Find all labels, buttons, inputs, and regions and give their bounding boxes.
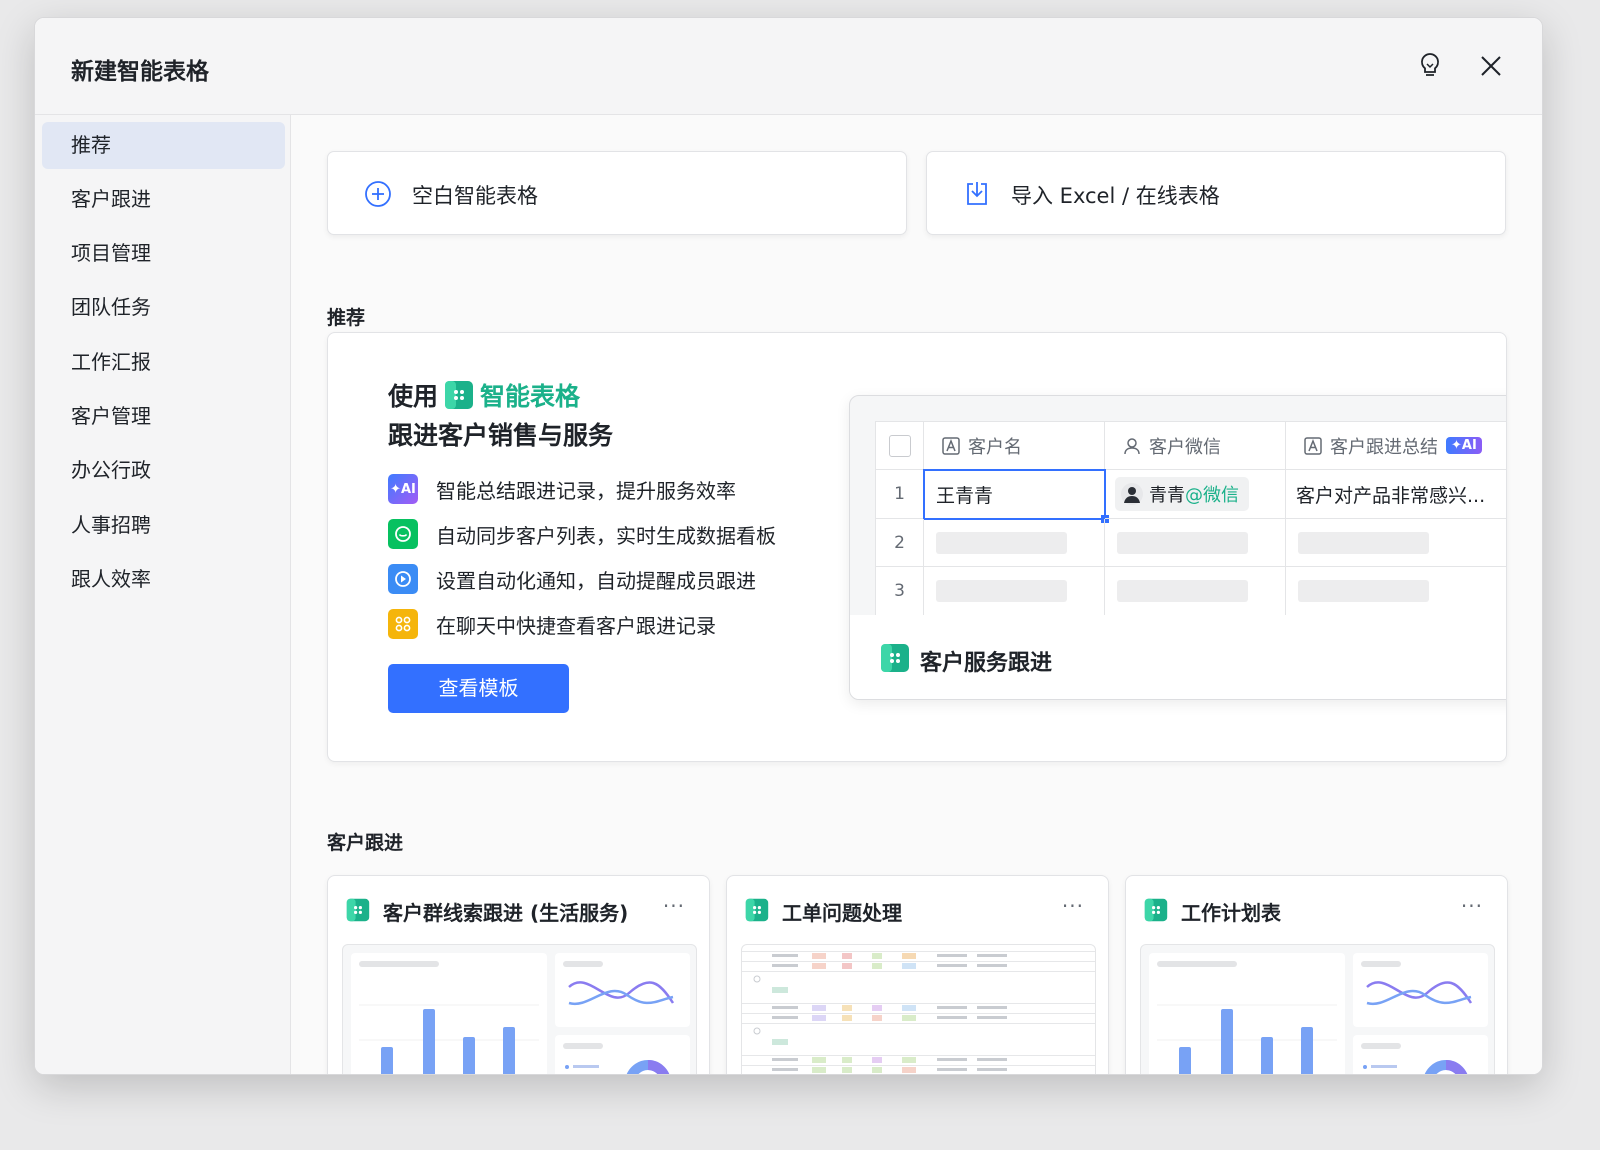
sidebar-item-customer-follow[interactable]: 客户跟进 [42, 176, 285, 223]
table-cell [924, 519, 1105, 567]
feature-text: 自动同步客户列表，实时生成数据看板 [436, 523, 776, 548]
new-smart-sheet-dialog: 新建智能表格 推荐 客户跟进 项目管理 团队任务 工作汇报 客户管理 办公行政 … [34, 17, 1543, 1075]
more-icon[interactable]: ··· [663, 894, 685, 918]
text-field-icon [942, 436, 960, 455]
feature-item: 在聊天中快捷查看客户跟进记录 [388, 609, 716, 639]
preview-footer: 客户服务跟进 [850, 615, 1506, 699]
feature-text: 在聊天中快捷查看客户跟进记录 [436, 613, 716, 638]
feature-text: 设置自动化通知，自动提醒成员跟进 [436, 568, 756, 593]
dialog-header: 新建智能表格 [35, 18, 1542, 115]
smart-sheet-logo-icon [445, 381, 474, 409]
lightbulb-icon[interactable] [1416, 51, 1444, 81]
wechat-suffix: @微信 [1185, 485, 1239, 506]
person-field-icon [1124, 437, 1140, 454]
import-icon [967, 182, 987, 205]
hero-headline: 使用 智能表格 [388, 377, 580, 413]
view-template-button[interactable]: 查看模板 [388, 664, 569, 713]
close-icon[interactable] [1477, 51, 1505, 81]
feature-text: 智能总结跟进记录，提升服务效率 [436, 478, 736, 503]
hero-headline-prefix: 使用 [388, 382, 439, 411]
sidebar-item-customer-management[interactable]: 客户管理 [42, 393, 285, 440]
smart-sheet-logo-icon [745, 898, 769, 922]
sidebar-item-team-tasks[interactable]: 团队任务 [42, 284, 285, 331]
column-header: 客户名 [924, 422, 1105, 470]
column-header-label: 客户名 [968, 436, 1022, 458]
customer-wechat-cell: 青青 @微信 [1105, 470, 1286, 519]
import-excel-button[interactable]: 导入 Excel / 在线表格 [926, 151, 1506, 235]
preview-table: 客户名 客户微信 客户跟进总结 ✦AI 1 王青青 青青 @微信 客户对产品非常… [875, 421, 1506, 616]
sidebar-item-work-report[interactable]: 工作汇报 [42, 339, 285, 386]
sidebar-item-office-admin[interactable]: 办公行政 [42, 447, 285, 494]
sheet-preview: 客户名 客户微信 客户跟进总结 ✦AI 1 王青青 青青 @微信 客户对产品非常… [849, 395, 1506, 700]
more-icon[interactable]: ··· [1062, 894, 1084, 918]
plus-circle-icon [365, 181, 391, 207]
sidebar-item-efficiency[interactable]: 跟人效率 [42, 556, 285, 603]
template-thumbnail [1140, 944, 1495, 1074]
table-cell [1105, 567, 1286, 616]
automation-icon [388, 564, 418, 594]
template-title: 工单问题处理 [782, 901, 902, 925]
column-header: 客户跟进总结 ✦AI [1286, 422, 1506, 470]
ai-badge: ✦AI [1446, 437, 1482, 454]
summary-value: 客户对产品非常感兴... [1296, 484, 1486, 507]
summary-cell: 客户对产品非常感兴... [1286, 470, 1506, 519]
recommend-section-title: 推荐 [327, 307, 366, 329]
template-card[interactable]: 工单问题处理 ··· [726, 875, 1109, 1074]
row-number: 2 [876, 519, 924, 567]
row-number: 1 [876, 470, 924, 519]
smart-sheet-logo-icon [346, 898, 370, 922]
template-card[interactable]: 工作计划表 ··· [1125, 875, 1508, 1074]
more-icon[interactable]: ··· [1461, 894, 1483, 918]
feature-item: 设置自动化通知，自动提醒成员跟进 [388, 564, 756, 594]
template-card[interactable]: 客户群线索跟进 (生活服务) ··· [327, 875, 710, 1074]
table-cell [924, 567, 1105, 616]
blank-sheet-button[interactable]: 空白智能表格 [327, 151, 907, 235]
chat-record-icon [388, 609, 418, 639]
customer-follow-section-title: 客户跟进 [327, 832, 404, 854]
ai-icon: ✦AI [388, 474, 418, 504]
dialog-title: 新建智能表格 [71, 59, 209, 85]
table-cell [1286, 519, 1506, 567]
template-title: 工作计划表 [1181, 901, 1281, 925]
recommend-hero-card: 使用 智能表格 跟进客户销售与服务 ✦AI 智能总结跟进记录，提升服务效率 自动… [327, 332, 1507, 762]
blank-sheet-label: 空白智能表格 [412, 184, 538, 208]
smart-sheet-logo-icon [881, 644, 909, 672]
template-thumbnail [741, 944, 1096, 1074]
wechat-name: 青青 [1149, 485, 1185, 506]
category-sidebar: 推荐 客户跟进 项目管理 团队任务 工作汇报 客户管理 办公行政 人事招聘 跟人… [35, 115, 291, 1074]
select-all-checkbox [876, 422, 924, 470]
customer-name-cell: 王青青 [923, 469, 1109, 523]
template-thumbnail [342, 944, 697, 1074]
wechat-icon [388, 519, 418, 549]
avatar [1121, 483, 1143, 505]
row-number: 3 [876, 567, 924, 616]
wechat-contact-chip: 青青 @微信 [1115, 477, 1249, 511]
hero-headline-line2: 跟进客户销售与服务 [388, 421, 614, 450]
sidebar-item-project-management[interactable]: 项目管理 [42, 230, 285, 277]
feature-item: ✦AI 智能总结跟进记录，提升服务效率 [388, 474, 736, 504]
table-cell [1105, 519, 1286, 567]
column-header: 客户微信 [1105, 422, 1286, 470]
feature-item: 自动同步客户列表，实时生成数据看板 [388, 519, 776, 549]
sidebar-item-hr-recruiting[interactable]: 人事招聘 [42, 502, 285, 549]
text-field-icon [1304, 436, 1322, 455]
sidebar-item-recommend[interactable]: 推荐 [42, 122, 285, 169]
smart-sheet-logo-icon [1144, 898, 1168, 922]
column-header-label: 客户微信 [1149, 436, 1221, 458]
table-cell [1286, 567, 1506, 616]
preview-sheet-title: 客户服务跟进 [920, 651, 1053, 676]
hero-headline-brand: 智能表格 [480, 382, 581, 411]
template-title: 客户群线索跟进 (生活服务) [383, 901, 629, 925]
template-gallery: 空白智能表格 导入 Excel / 在线表格 推荐 使用 智能表格 跟进客户销售… [291, 115, 1542, 1074]
column-header-label: 客户跟进总结 [1330, 436, 1438, 458]
import-excel-label: 导入 Excel / 在线表格 [1011, 184, 1220, 208]
